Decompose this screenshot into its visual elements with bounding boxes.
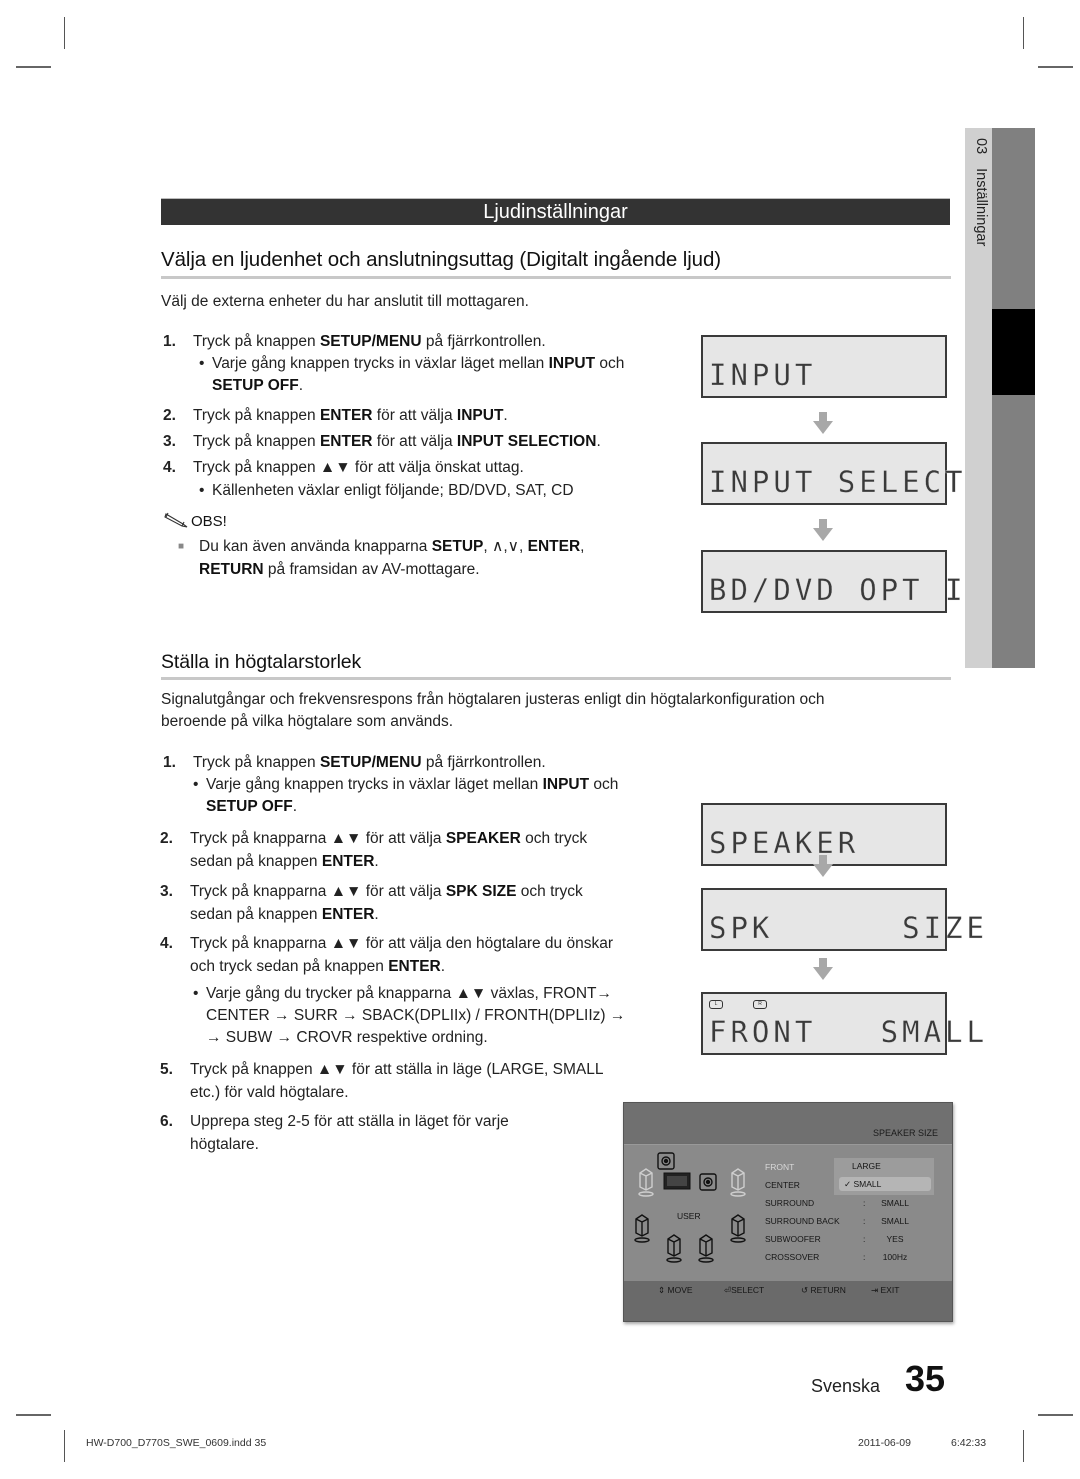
front-left-speaker-icon: [657, 1152, 675, 1170]
chapter-tab-bar: [992, 128, 1035, 668]
osd-exit-hint: ⇥ EXIT: [871, 1285, 900, 1295]
crop-mark: [64, 1430, 65, 1462]
chapter-number: 03: [973, 138, 989, 155]
osd-move-hint: ⇕ MOVE: [658, 1285, 693, 1295]
dropdown-option-selected[interactable]: ✓ SMALL: [839, 1177, 931, 1191]
osd-row-surround-back[interactable]: SURROUND BACK: SMALL: [765, 1216, 909, 1226]
section1-rule: [161, 276, 951, 279]
crop-mark: [16, 1414, 51, 1416]
layout-label: USER: [677, 1211, 701, 1221]
slug-filename: HW-D700_D770S_SWE_0609.indd 35: [86, 1437, 267, 1449]
return-icon: ↺: [801, 1285, 809, 1295]
osd-title: SPEAKER SIZE: [872, 1128, 938, 1138]
osd-select-hint: ⏎SELECT: [724, 1285, 765, 1295]
osd-return-hint: ↺ RETURN: [801, 1285, 846, 1295]
exit-icon: ⇥: [871, 1285, 879, 1295]
surround-left-speaker-icon: [634, 1214, 650, 1243]
crop-mark: [64, 17, 65, 49]
footer-language: Svenska: [811, 1376, 881, 1396]
osd-row-subwoofer[interactable]: SUBWOOFER: YES: [765, 1234, 904, 1244]
arrow-down-icon: [813, 412, 833, 434]
chapter-tab-marker: [992, 309, 1035, 395]
lcd-display-bd-dvd: BD/DVD OPT I: [701, 550, 963, 613]
front-height-left-speaker-icon: [638, 1168, 654, 1197]
crop-mark: [1038, 1414, 1073, 1416]
crop-mark: [16, 66, 51, 68]
page-number: 35: [905, 1358, 946, 1399]
osd-body: USER LARGE ✓ SMALL FRONT CENTER SURROUND…: [624, 1144, 952, 1282]
front-height-right-speaker-icon: [730, 1168, 746, 1197]
section2-rule: [161, 677, 951, 680]
arrow-down-icon: [813, 855, 833, 877]
chapter-title: Inställningar: [973, 168, 989, 247]
dropdown-option-large[interactable]: LARGE: [852, 1161, 881, 1171]
tv-icon: [663, 1172, 691, 1190]
lcd-indicator-left: L: [709, 1000, 723, 1009]
surround-right-speaker-icon: [730, 1214, 746, 1243]
lcd-indicator-right: R: [753, 1000, 767, 1009]
pencil-note-icon: [164, 512, 188, 528]
note-header: OBS!: [163, 511, 227, 530]
arrow-down-icon: [813, 958, 833, 980]
crop-mark: [1038, 66, 1073, 68]
osd-row-crossover[interactable]: CROSSOVER:100Hz: [765, 1252, 907, 1262]
section-banner: Ljudinställningar: [161, 198, 950, 225]
section1-heading: Välja en ljudenhet och anslutningsuttag …: [161, 248, 722, 271]
osd-header: SPEAKER SIZE: [624, 1103, 952, 1143]
osd-row-center[interactable]: CENTER: [765, 1180, 800, 1190]
front-right-speaker-icon: [699, 1173, 717, 1191]
surround-back-right-speaker-icon: [698, 1234, 714, 1263]
lcd-display-input: INPUT: [701, 335, 947, 398]
lcd-display-spk-size: SPK SIZE: [701, 888, 984, 951]
crop-mark: [1023, 1430, 1024, 1462]
slug-date: 2011-06-09: [858, 1437, 911, 1449]
chapter-tab-label: 03 Inställningar: [967, 138, 989, 246]
surround-back-left-speaker-icon: [666, 1234, 682, 1263]
slug-time: 6:42:33: [951, 1437, 987, 1449]
section1-intro: Välj de externa enheter du har anslutit …: [161, 293, 529, 310]
osd-speaker-size-screen: SPEAKER SIZE USER LARGE ✓ SMALL FRONT CE…: [623, 1102, 953, 1322]
lcd-display-front-small: L R FRONT SMALL: [701, 992, 984, 1055]
updown-icon: ⇕: [658, 1285, 666, 1295]
section2-intro: Signalutgångar och frekvensrespons från …: [161, 691, 825, 730]
arrow-down-icon: [813, 519, 833, 541]
crop-mark: [1023, 17, 1024, 49]
size-dropdown[interactable]: LARGE ✓ SMALL: [834, 1158, 934, 1195]
section2-heading: Ställa in högtalarstorlek: [161, 651, 362, 673]
osd-row-surround[interactable]: SURROUND: SMALL: [765, 1198, 909, 1208]
osd-row-front[interactable]: FRONT: [765, 1162, 794, 1172]
lcd-display-input-select: INPUT SELECT: [701, 442, 963, 505]
